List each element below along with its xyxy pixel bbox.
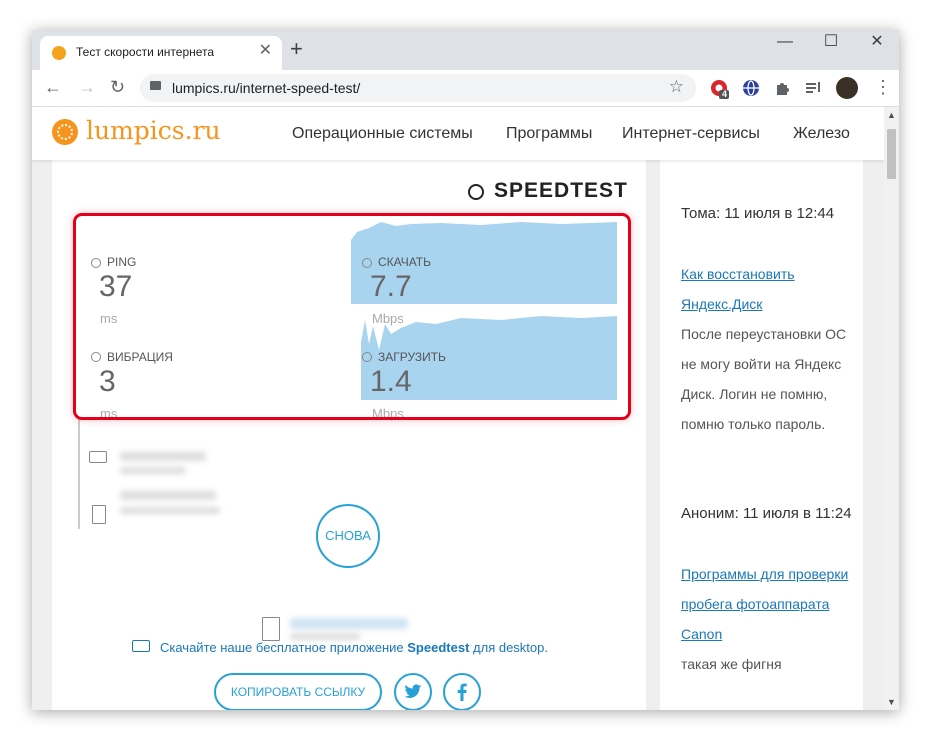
server-icon [92,505,106,524]
browser-window: Тест скорости интернета ✕ + — ☐ ✕ ← → ↻ … [32,30,899,710]
download-app-link[interactable]: Скачайте наше бесплатное приложение Spee… [160,640,548,655]
media-queue-icon[interactable] [804,79,822,97]
blurred-ip [120,467,186,474]
comment-article-link[interactable]: Программы для проверки пробега фотоаппар… [681,559,861,649]
page-viewport: lumpics.ru Операционные системы Программ… [32,107,884,710]
address-bar[interactable]: lumpics.ru/internet-speed-test/ ☆ [140,74,696,102]
bookmark-star-icon[interactable]: ☆ [669,77,684,97]
download-app-brand: Speedtest [407,640,470,655]
profile-avatar[interactable] [836,77,858,99]
site-header: lumpics.ru Операционные системы Программ… [32,107,884,160]
lock-icon [150,81,161,90]
results-highlight-frame [73,213,631,420]
scroll-down-icon[interactable]: ▼ [887,697,896,707]
blurred-provider [120,452,206,461]
comments-sidebar: Тома: 11 июля в 12:44 Как восстановить Я… [660,160,863,710]
title-bar: Тест скорости интернета ✕ + — ☐ ✕ [32,30,899,70]
again-button[interactable]: СНОВА [316,504,380,568]
menu-item-programs[interactable]: Программы [506,125,592,143]
speedtest-brand: SPEEDTEST [494,179,628,202]
browser-toolbar: ← → ↻ lumpics.ru/internet-speed-test/ ☆ … [32,70,899,107]
extensions-puzzle-icon[interactable] [774,79,792,97]
vertical-scrollbar[interactable]: ▲ ▼ [884,107,899,710]
tab-title: Тест скорости интернета [76,45,215,59]
new-tab-button[interactable]: + [290,38,303,60]
menu-item-os[interactable]: Операционные системы [292,125,473,143]
twitter-icon[interactable] [394,673,432,710]
close-window-button[interactable]: ✕ [854,32,899,52]
blurred-location [120,507,220,514]
maximize-button[interactable]: ☐ [808,32,854,52]
comment-text: После переустановки ОС не могу войти на … [681,326,847,432]
menu-item-hardware[interactable]: Железо [793,125,850,143]
scroll-up-icon[interactable]: ▲ [887,110,896,120]
facebook-icon[interactable] [443,673,481,710]
download-app-text: Скачайте наше бесплатное приложение [160,640,408,655]
url-text[interactable]: lumpics.ru/internet-speed-test/ [172,80,360,96]
blurred-result-date [290,633,360,640]
extension-vpn-icon[interactable] [742,79,760,97]
comment-author: Аноним: 11 июля в 11:24 [681,505,852,522]
menu-item-internet-services[interactable]: Интернет-сервисы [622,125,760,143]
speedtest-gauge-icon [468,184,484,200]
blurred-server [120,491,216,500]
site-logo[interactable]: lumpics.ru [86,116,221,145]
extension-adblock-icon[interactable]: 4 [710,79,729,99]
comment-text: такая же фигня [681,656,782,672]
favicon-icon [52,46,66,60]
minimize-button[interactable]: — [762,32,808,52]
copy-link-button[interactable]: КОПИРОВАТЬ ССЫЛКУ [214,673,382,710]
browser-menu-icon[interactable]: ⋮ [874,77,892,97]
result-doc-icon [262,617,280,641]
back-arrow-icon[interactable]: ← [44,77,62,97]
comment-author: Тома: 11 июля в 12:44 [681,205,835,222]
laptop-icon [89,451,107,463]
desktop-icon [132,640,150,652]
orange-logo-icon[interactable] [52,119,78,145]
scrollbar-thumb[interactable] [887,129,896,179]
browser-tab[interactable]: Тест скорости интернета ✕ [40,36,282,70]
reload-icon[interactable]: ↻ [110,77,125,97]
forward-arrow-icon[interactable]: → [78,77,96,97]
info-divider [78,417,80,529]
extension-badge: 4 [722,89,728,99]
download-app-suffix: для desktop. [469,640,548,655]
blurred-result-link[interactable] [290,618,408,629]
comment-article-link[interactable]: Как восстановить Яндекс.Диск [681,259,861,319]
tab-close-icon[interactable]: ✕ [259,43,272,59]
